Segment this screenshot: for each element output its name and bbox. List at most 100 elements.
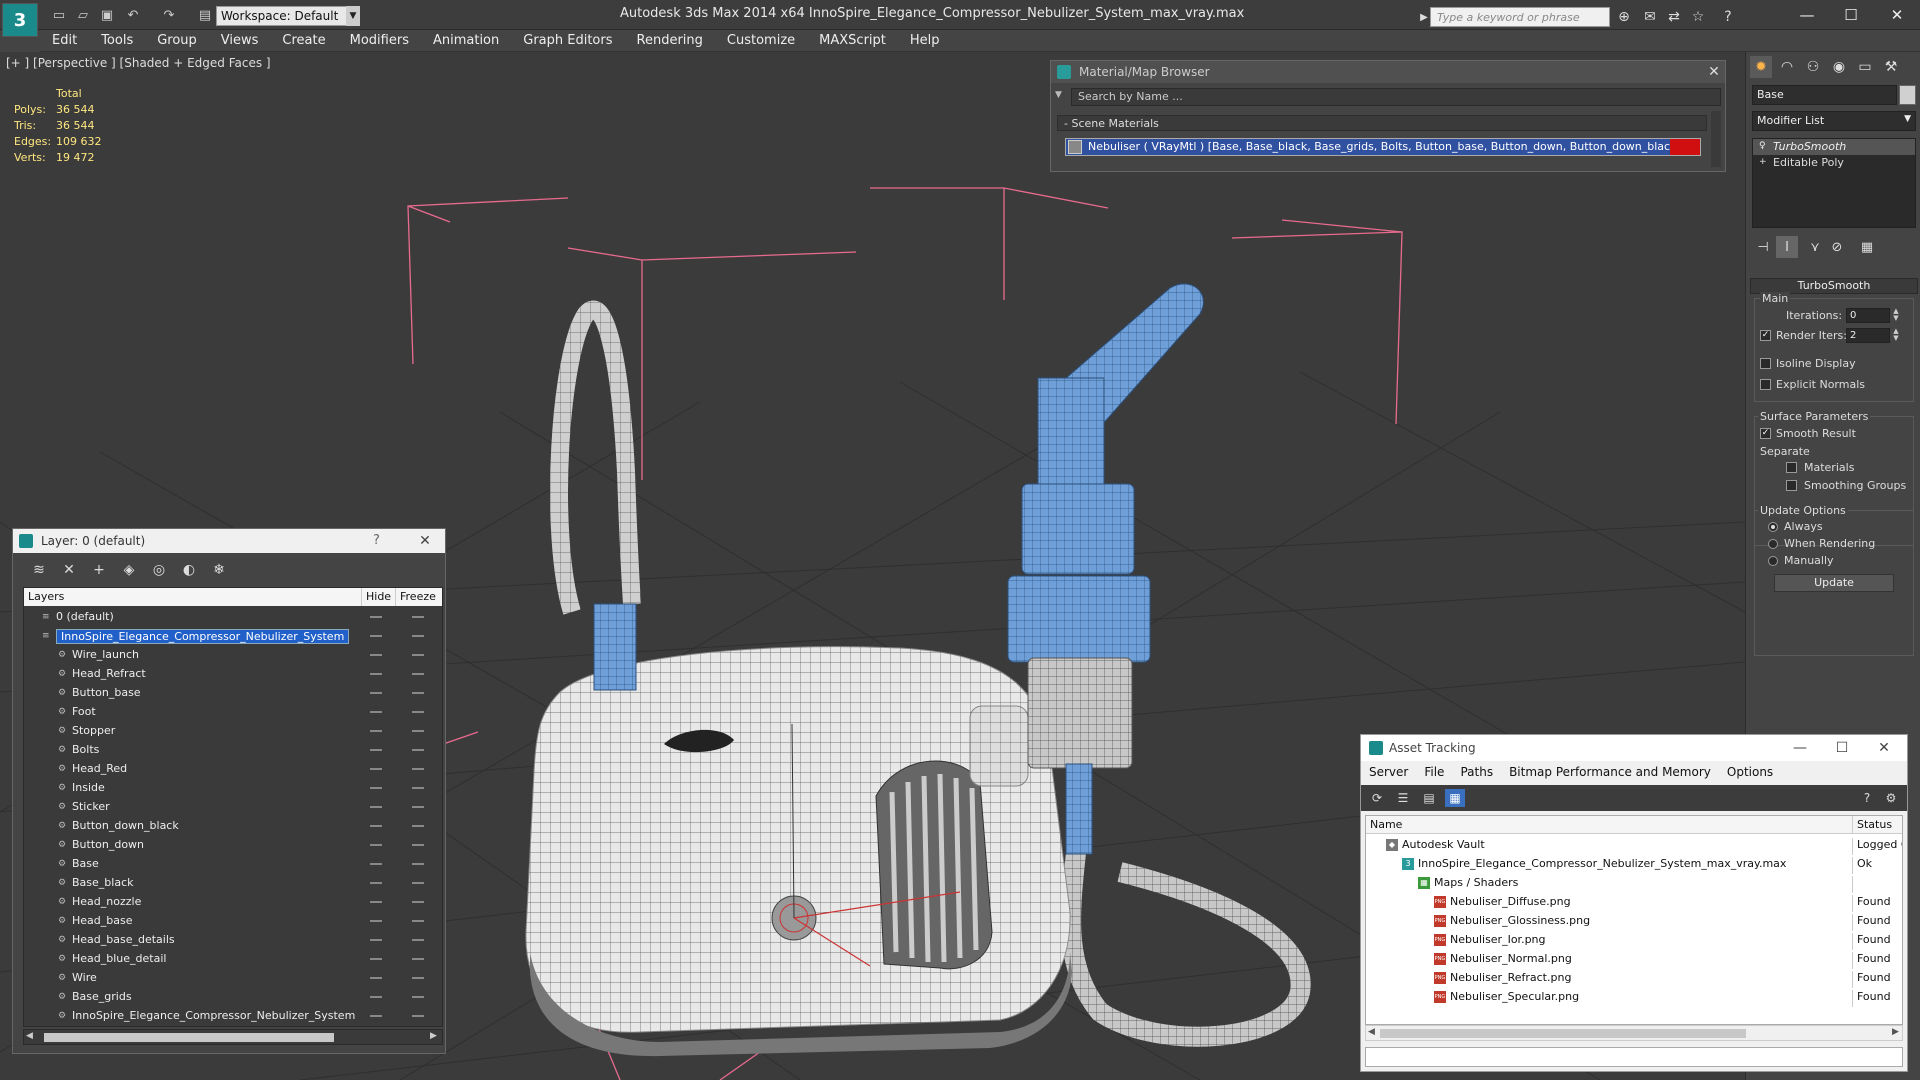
detail-view-icon[interactable]: ▤ [1419, 789, 1439, 807]
layer-row[interactable]: ⚙ Button_down_black [24, 817, 442, 836]
hide-toggle[interactable] [370, 882, 382, 884]
menu-customize[interactable]: Customize [715, 30, 807, 52]
make-unique-icon[interactable]: ⋎ [1804, 236, 1826, 258]
hide-toggle[interactable] [370, 787, 382, 789]
select-objects-icon[interactable]: ◈ [117, 560, 141, 580]
save-file-icon[interactable]: ▣ [98, 6, 116, 24]
new-file-icon[interactable]: ▭ [50, 6, 68, 24]
chevron-down-icon[interactable]: ▼ [346, 6, 360, 26]
asset-row[interactable]: ◆ Autodesk Vault Logged Out [1366, 836, 1902, 855]
freeze-toggle[interactable] [412, 635, 424, 637]
freeze-toggle[interactable] [412, 711, 424, 713]
menu-paths[interactable]: Paths [1452, 765, 1501, 779]
hide-toggle[interactable] [370, 863, 382, 865]
layer-row[interactable]: ⚙ Sticker [24, 798, 442, 817]
hide-toggle[interactable] [370, 730, 382, 732]
layer-row[interactable]: ⚙ Stopper [24, 722, 442, 741]
menu-group[interactable]: Group [145, 30, 209, 52]
hide-toggle[interactable] [370, 977, 382, 979]
hide-toggle[interactable] [370, 844, 382, 846]
scroll-left-icon[interactable]: ◀ [26, 1031, 33, 1041]
freeze-toggle[interactable] [412, 730, 424, 732]
hide-toggle[interactable] [370, 635, 382, 637]
hide-toggle[interactable] [370, 901, 382, 903]
close-icon[interactable]: ✕ [1861, 735, 1907, 761]
menu-modifiers[interactable]: Modifiers [338, 30, 421, 52]
material-row[interactable]: Nebuliser ( VRayMtl ) [Base, Base_black,… [1065, 138, 1701, 156]
asset-row[interactable]: PNG Nebuliser_Normal.png Found [1366, 950, 1902, 969]
close-icon[interactable]: ✕ [1874, 2, 1920, 28]
show-end-result-icon[interactable]: I [1776, 236, 1798, 258]
explicit-normals-checkbox[interactable] [1760, 379, 1771, 390]
hide-toggle[interactable] [370, 806, 382, 808]
layer-row[interactable]: ⚙ Head_blue_detail [24, 950, 442, 969]
freeze-toggle[interactable] [412, 673, 424, 675]
menu-views[interactable]: Views [209, 30, 271, 52]
freeze-toggle[interactable] [412, 1015, 424, 1017]
materials-checkbox[interactable] [1786, 462, 1797, 473]
app-logo[interactable]: 3 [2, 3, 38, 37]
hide-column-header[interactable]: Hide [362, 588, 396, 606]
expand-plus-icon[interactable]: + [1759, 157, 1769, 167]
menu-bitmap-performance[interactable]: Bitmap Performance and Memory [1501, 765, 1719, 779]
layer-row[interactable]: ⚙ Wire [24, 969, 442, 988]
smoothing-groups-checkbox[interactable] [1786, 480, 1797, 491]
configure-sets-icon[interactable]: ▦ [1856, 236, 1878, 258]
status-column-header[interactable]: Status [1852, 816, 1896, 834]
menu-help[interactable]: Help [898, 30, 952, 52]
asset-row[interactable]: PNG Nebuliser_Specular.png Found [1366, 988, 1902, 1007]
layers-column-header[interactable]: Layers [24, 588, 362, 606]
pin-stack-icon[interactable]: ⊣ [1752, 236, 1774, 258]
workspace-dropdown[interactable]: Workspace: Default [216, 6, 358, 26]
isoline-checkbox[interactable] [1760, 358, 1771, 369]
stack-item-editable-poly[interactable]: + Editable Poly [1753, 155, 1915, 171]
freeze-toggle[interactable] [412, 654, 424, 656]
remove-modifier-icon[interactable]: ⊘ [1826, 236, 1848, 258]
layer-row[interactable]: ⚙ Foot [24, 703, 442, 722]
layer-row[interactable]: ⚙ Base_black [24, 874, 442, 893]
freeze-toggle[interactable] [412, 901, 424, 903]
menu-edit[interactable]: Edit [40, 30, 89, 52]
exchange-icon[interactable]: ⇄ [1664, 7, 1684, 27]
name-column-header[interactable]: Name [1370, 818, 1402, 831]
hide-toggle[interactable] [370, 616, 382, 618]
always-radio[interactable] [1768, 522, 1778, 532]
freeze-toggle[interactable] [412, 939, 424, 941]
freeze-toggle[interactable] [412, 996, 424, 998]
hide-toggle[interactable] [370, 920, 382, 922]
help-icon[interactable]: ? [1718, 7, 1738, 27]
freeze-toggle[interactable] [412, 863, 424, 865]
asset-row[interactable]: PNG Nebuliser_Ior.png Found [1366, 931, 1902, 950]
layer-row[interactable]: ⚙ InnoSpire_Elegance_Compressor_Nebulizer… [24, 1007, 442, 1026]
menu-options[interactable]: Options [1719, 765, 1781, 779]
freeze-toggle[interactable] [412, 825, 424, 827]
scrollbar-thumb[interactable] [1380, 1029, 1746, 1038]
layer-row[interactable]: ⚙ Head_nozzle [24, 893, 442, 912]
object-name-field[interactable]: Base [1752, 85, 1897, 105]
table-view-icon[interactable]: ▦ [1445, 789, 1465, 807]
undo-icon[interactable]: ↶ [124, 6, 142, 24]
hide-toggle[interactable] [370, 1015, 382, 1017]
render-iters-checkbox[interactable]: ✓ [1760, 330, 1771, 341]
hide-toggle[interactable] [370, 654, 382, 656]
freeze-toggle[interactable] [412, 958, 424, 960]
layer-row[interactable]: ⚙ Head_Refract [24, 665, 442, 684]
scroll-right-icon[interactable]: ▶ [430, 1031, 437, 1041]
create-layer-icon[interactable]: ≋ [27, 560, 51, 580]
layer-row[interactable]: ⚙ Button_down [24, 836, 442, 855]
spinner-arrows-icon[interactable]: ▲ ▼ [1892, 308, 1900, 323]
scrollbar[interactable] [1711, 111, 1721, 167]
menu-tools[interactable]: Tools [89, 30, 145, 52]
freeze-toggle[interactable] [412, 616, 424, 618]
asset-row[interactable]: PNG Nebuliser_Diffuse.png Found [1366, 893, 1902, 912]
freeze-column-header[interactable]: Freeze [396, 588, 442, 606]
hide-toggle[interactable] [370, 768, 382, 770]
menu-server[interactable]: Server [1361, 765, 1416, 779]
freeze-toggle[interactable] [412, 692, 424, 694]
horizontal-scrollbar[interactable]: ◀ ▶ [1365, 1025, 1903, 1041]
stack-item-turbosmooth[interactable]: ♀ TurboSmooth [1753, 139, 1915, 155]
hide-toggle[interactable] [370, 749, 382, 751]
hide-toggle[interactable] [370, 825, 382, 827]
update-button[interactable]: Update [1774, 574, 1894, 592]
close-icon[interactable]: ✕ [413, 529, 437, 553]
